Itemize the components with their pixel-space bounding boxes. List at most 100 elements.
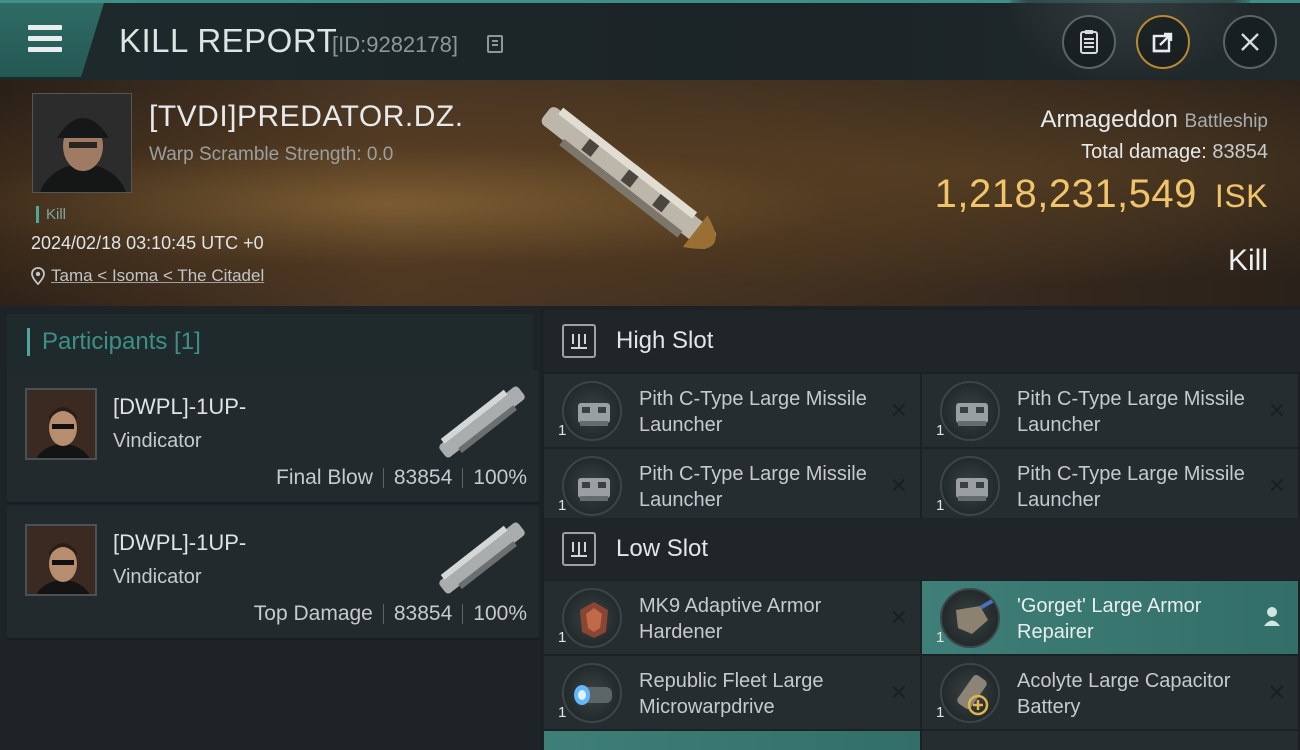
page-title: KILL REPORT [119, 22, 338, 59]
victim-name[interactable]: [TVDI]PREDATOR.DZ. [149, 100, 464, 134]
ship-name: Armageddon [1040, 106, 1178, 133]
module-slot[interactable]: 1 Republic Fleet Large Microwarpdrive ✕ [544, 656, 920, 729]
hamburger-menu-icon[interactable] [0, 3, 104, 77]
close-icon [1241, 33, 1259, 51]
copy-icon[interactable] [487, 35, 503, 53]
warp-scramble-strength: Warp Scramble Strength: 0.0 [149, 144, 394, 165]
module-slot-highlighted[interactable]: 1 'Gorget' Large Armor Repairer [922, 581, 1298, 654]
total-damage: Total damage: 83854 [1081, 141, 1268, 164]
participant-row[interactable]: [DWPL]-1UP- Vindicator Final Blow 83854 … [7, 370, 539, 504]
module-name: Republic Fleet Large Microwarpdrive [639, 670, 824, 718]
module-name: Pith C-Type Large Missile Launcher [639, 388, 867, 436]
divider [382, 604, 384, 624]
destroyed-x-icon: ✕ [889, 605, 908, 630]
participant-ship: Vindicator [113, 566, 202, 588]
report-id: [ID:9282178] [332, 32, 458, 57]
divider [462, 468, 464, 488]
module-slot[interactable]: 1 Pith C-Type Large Missile Launcher ✕ [922, 449, 1298, 522]
capacitor-battery-icon [940, 663, 1000, 723]
participant-role: Final Blow [276, 466, 373, 489]
total-damage-value: 83854 [1212, 141, 1268, 163]
module-quantity: 1 [558, 422, 567, 439]
kill-location-link[interactable]: Tama < Isoma < The Citadel [31, 266, 264, 286]
module-quantity: 1 [936, 629, 945, 646]
total-damage-label: Total damage: [1081, 141, 1207, 163]
missile-launcher-icon [940, 381, 1000, 441]
clipboard-icon [1080, 30, 1098, 54]
module-slot[interactable]: 1 Pith C-Type Large Missile Launcher ✕ [544, 449, 920, 522]
participant-percent: 100% [473, 466, 527, 489]
participant-avatar[interactable] [25, 524, 97, 596]
vindicator-ship-image [439, 522, 525, 594]
participant-role: Top Damage [253, 602, 373, 625]
module-name: Pith C-Type Large Missile Launcher [639, 463, 867, 511]
kill-outcome: Kill [1227, 244, 1268, 277]
low-slot-label: Low Slot [616, 535, 709, 562]
missile-launcher-icon [562, 456, 622, 516]
participants-title: Participants [1] [27, 328, 201, 356]
module-name: 'Gorget' Large Armor Repairer [1017, 595, 1202, 643]
destroyed-x-icon: ✕ [1267, 473, 1286, 498]
participant-ship: Vindicator [113, 430, 202, 452]
module-slot-partial[interactable] [922, 731, 1298, 750]
high-slot-icon [562, 324, 596, 358]
armageddon-ship-image [541, 107, 716, 249]
participant-percent: 100% [473, 602, 527, 625]
module-quantity: 1 [558, 704, 567, 721]
participants-header: Participants [1] [7, 314, 533, 370]
module-slot[interactable]: 1 Pith C-Type Large Missile Launcher ✕ [544, 374, 920, 447]
participant-damage: 83854 [393, 466, 453, 489]
destroyed-x-icon: ✕ [889, 473, 908, 498]
dropped-person-icon [1264, 607, 1280, 626]
close-button[interactable] [1223, 15, 1277, 69]
destroyed-x-icon: ✕ [889, 398, 908, 423]
module-slot[interactable]: 1 MK9 Adaptive Armor Hardener ✕ [544, 581, 920, 654]
low-slot-icon [562, 532, 596, 566]
participant-name: [DWPL]-1UP- [113, 394, 247, 419]
ship-class: Battleship [1184, 111, 1268, 132]
low-slot-header: Low Slot [544, 518, 1300, 580]
module-quantity: 1 [936, 422, 945, 439]
kill-tag: Kill [36, 206, 66, 223]
location-pin-icon [31, 267, 45, 285]
vindicator-ship-image [439, 386, 525, 458]
fitting-panel: High Slot 1 Pith C-Type Large Missile La… [540, 306, 1300, 750]
isk-unit: ISK [1214, 178, 1268, 214]
victim-ship: Armageddon Battleship [1040, 106, 1268, 134]
participant-name: [DWPL]-1UP- [113, 530, 247, 555]
high-slot-label: High Slot [616, 327, 714, 354]
divider [382, 468, 384, 488]
kill-timestamp: 2024/02/18 03:10:45 UTC +0 [31, 233, 264, 253]
destroyed-x-icon: ✕ [1267, 398, 1286, 423]
module-name: MK9 Adaptive Armor Hardener [639, 595, 822, 643]
planet-backdrop [1010, 0, 1250, 80]
module-slot[interactable]: 1 Acolyte Large Capacitor Battery ✕ [922, 656, 1298, 729]
module-name: Acolyte Large Capacitor Battery [1017, 670, 1231, 718]
participant-avatar[interactable] [25, 388, 97, 460]
microwarpdrive-icon [562, 663, 622, 723]
share-button[interactable] [1136, 15, 1190, 69]
destroyed-x-icon: ✕ [1267, 680, 1286, 705]
victim-avatar[interactable] [32, 93, 132, 193]
participant-row[interactable]: [DWPL]-1UP- Vindicator Top Damage 83854 … [7, 506, 539, 640]
missile-launcher-icon [940, 456, 1000, 516]
participant-damage: 83854 [393, 602, 453, 625]
module-quantity: 1 [936, 704, 945, 721]
module-slot-partial[interactable] [544, 731, 920, 750]
module-quantity: 1 [936, 497, 945, 514]
missile-launcher-icon [562, 381, 622, 441]
destroyed-x-icon: ✕ [889, 680, 908, 705]
location-text: Tama < Isoma < The Citadel [51, 266, 265, 285]
divider [462, 604, 464, 624]
share-icon [1152, 32, 1173, 53]
clipboard-button[interactable] [1062, 15, 1116, 69]
participant-stats: Final Blow 83854 100% [276, 466, 527, 490]
module-quantity: 1 [558, 629, 567, 646]
module-quantity: 1 [558, 497, 567, 514]
armor-repairer-icon [940, 588, 1000, 648]
victim-panel: [TVDI]PREDATOR.DZ. Warp Scramble Strengt… [0, 80, 1300, 306]
armor-hardener-icon [562, 588, 622, 648]
isk-amount: 1,218,231,549 [934, 172, 1197, 216]
participants-panel: Participants [1] [DWPL]-1UP- Vindicator … [0, 306, 540, 750]
module-slot[interactable]: 1 Pith C-Type Large Missile Launcher ✕ [922, 374, 1298, 447]
